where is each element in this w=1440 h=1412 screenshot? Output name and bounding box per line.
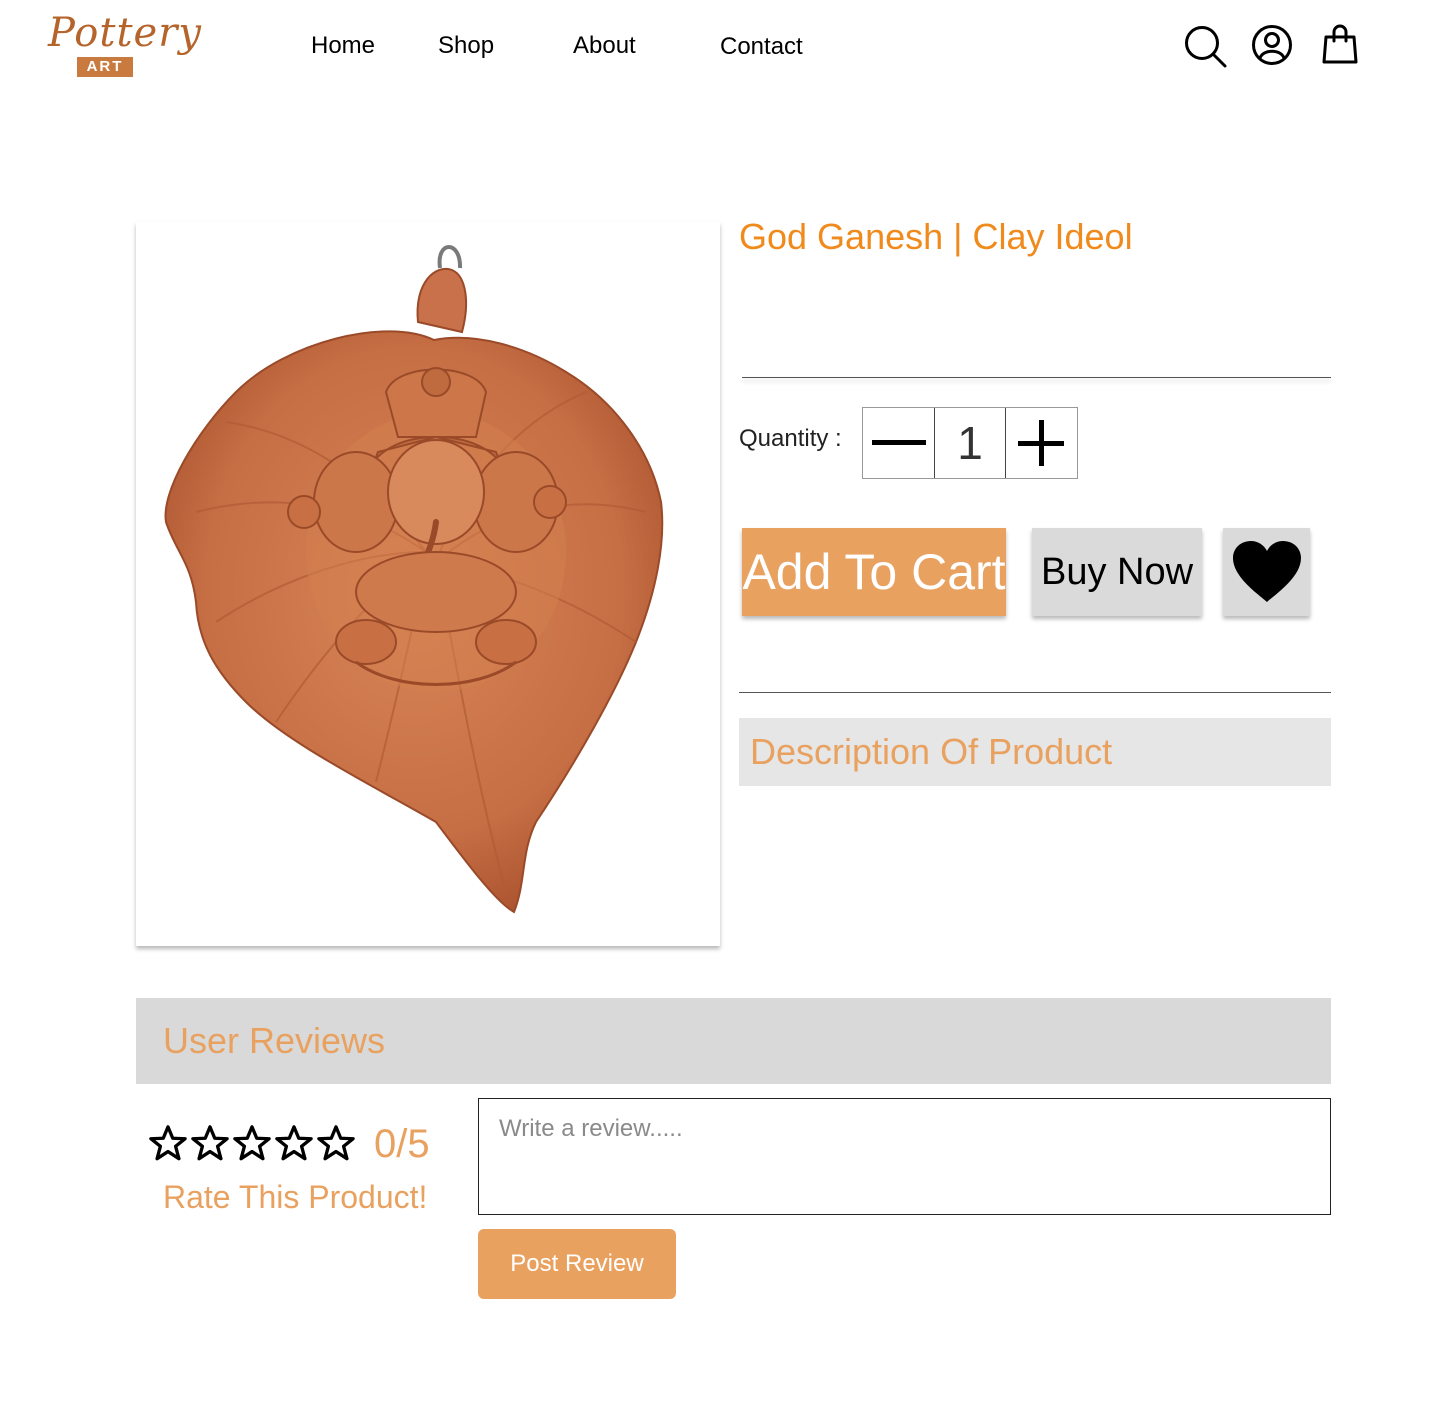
shopping-bag-icon[interactable] [1317, 22, 1363, 68]
description-heading: Description Of Product [739, 718, 1331, 786]
nav-contact[interactable]: Contact [720, 33, 803, 61]
quantity-increase-button[interactable] [1006, 408, 1077, 478]
quantity-value[interactable]: 1 [934, 408, 1006, 478]
brand-logo[interactable]: Pottery ART [46, 10, 201, 80]
post-review-button[interactable]: Post Review [478, 1229, 676, 1299]
nav-home[interactable]: Home [311, 32, 375, 60]
plus-icon [1018, 420, 1065, 466]
add-to-cart-button[interactable]: Add To Cart [742, 528, 1006, 616]
buy-now-button[interactable]: Buy Now [1032, 528, 1202, 616]
product-title: God Ganesh | Clay Ideol [739, 216, 1133, 257]
star-icon[interactable] [233, 1124, 271, 1162]
star-icon[interactable] [317, 1124, 355, 1162]
star-icon[interactable] [149, 1124, 187, 1162]
star-icon[interactable] [275, 1124, 313, 1162]
heart-icon [1232, 541, 1301, 602]
search-icon[interactable] [1183, 24, 1229, 70]
rate-product-label: Rate This Product! [163, 1179, 428, 1215]
star-rating[interactable] [149, 1124, 355, 1162]
ganesh-clay-leaf-illustration [164, 245, 664, 914]
nav-shop[interactable]: Shop [438, 32, 494, 60]
minus-icon [871, 440, 926, 445]
quantity-decrease-button[interactable] [863, 408, 934, 478]
rating-value: 0/5 [374, 1122, 430, 1166]
divider-bottom [739, 692, 1331, 693]
divider-top [742, 377, 1331, 378]
quantity-stepper: 1 [862, 407, 1078, 479]
quantity-label: Quantity : [739, 425, 842, 452]
review-input[interactable] [478, 1098, 1331, 1215]
nav-about[interactable]: About [573, 32, 636, 60]
wishlist-button[interactable] [1223, 528, 1310, 616]
logo-badge: ART [77, 57, 133, 77]
user-reviews-heading: User Reviews [136, 998, 1331, 1084]
logo-script-text: Pottery [48, 10, 202, 56]
star-icon[interactable] [191, 1124, 229, 1162]
user-icon[interactable] [1249, 22, 1295, 68]
product-image [136, 222, 720, 946]
